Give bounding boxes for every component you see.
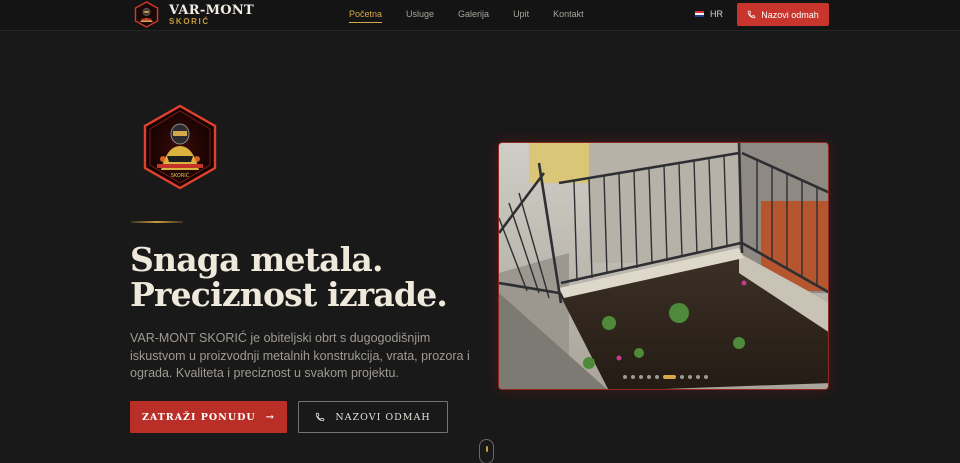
slider-dot[interactable] [647, 375, 651, 379]
request-quote-button[interactable]: ZATRAŽI PONUDU → [130, 401, 287, 433]
scroll-down-indicator[interactable] [479, 439, 494, 463]
slider-dot[interactable] [696, 375, 700, 379]
project-gallery-slider[interactable] [498, 142, 829, 390]
top-navigation-bar: VAR-MONT SKORIĆ Početna Usluge Galerija … [0, 0, 960, 31]
slider-dot[interactable] [688, 375, 692, 379]
call-now-label: Nazovi odmah [761, 9, 819, 20]
slider-dot[interactable] [655, 375, 659, 379]
slider-dot[interactable] [704, 375, 708, 379]
request-quote-label: ZATRAŽI PONUDU [141, 411, 256, 423]
nav-item-upit[interactable]: Upit [513, 9, 529, 19]
nav-item-galerija[interactable]: Galerija [458, 9, 489, 19]
scroll-wheel [485, 446, 488, 452]
slider-pagination [623, 375, 712, 379]
hero-call-label: NAZOVI ODMAH [335, 411, 431, 423]
main-nav: Početna Usluge Galerija Upit Kontakt [349, 9, 608, 23]
hero-divider [131, 221, 183, 223]
arrow-right-icon: → [265, 411, 276, 423]
call-now-button[interactable]: Nazovi odmah [737, 3, 829, 26]
slider-dot[interactable] [663, 375, 676, 379]
svg-text:SKORIĆ: SKORIĆ [171, 172, 190, 179]
brand-subtitle: SKORIĆ [169, 16, 210, 26]
nav-item-usluge[interactable]: Usluge [406, 9, 434, 19]
hero-intro-text: VAR-MONT SKORIĆ je obiteljski obrt s dug… [130, 331, 470, 380]
hero-headline: Snaga metala. Preciznost izrade. [130, 240, 448, 314]
brand-logo-link[interactable]: VAR-MONT SKORIĆ [134, 1, 254, 28]
slider-dot[interactable] [631, 375, 635, 379]
headline-line-1: Snaga metala. [130, 240, 384, 279]
headline-line-2: Preciznost izrade. [130, 275, 448, 314]
hero-call-button[interactable]: NAZOVI ODMAH [298, 401, 448, 433]
welder-logo-icon [134, 1, 159, 28]
slider-dot[interactable] [639, 375, 643, 379]
slider-dot[interactable] [680, 375, 684, 379]
railing-project-photo [499, 143, 828, 389]
language-switcher[interactable]: HR [695, 9, 723, 19]
nav-item-kontakt[interactable]: Kontakt [553, 9, 584, 19]
brand-title: VAR-MONT [169, 2, 255, 18]
slider-dot[interactable] [623, 375, 627, 379]
nav-item-pocetna[interactable]: Početna [349, 9, 383, 23]
phone-icon [316, 412, 325, 422]
hero-emblem-icon: SKORIĆ [143, 104, 217, 190]
phone-icon [747, 10, 756, 19]
croatia-flag-icon [695, 10, 704, 18]
language-code: HR [710, 9, 723, 19]
